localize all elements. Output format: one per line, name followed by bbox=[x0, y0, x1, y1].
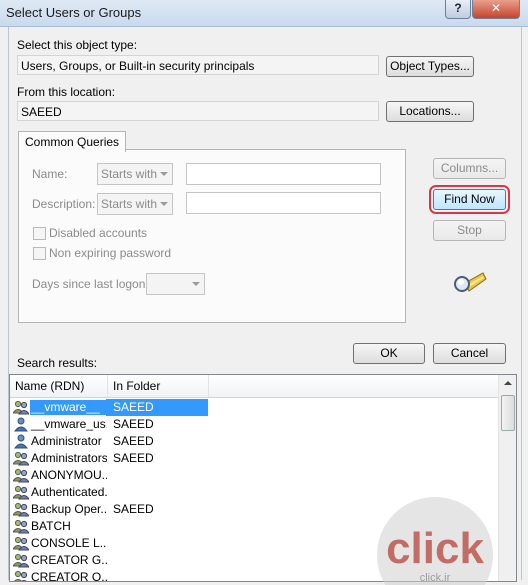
name-input[interactable] bbox=[186, 163, 381, 185]
group-icon bbox=[12, 451, 30, 466]
scrollbar-thumb[interactable] bbox=[501, 395, 515, 431]
locations-button[interactable]: Locations... bbox=[386, 101, 474, 122]
user-icon bbox=[13, 417, 29, 432]
days-since-logon-select[interactable] bbox=[146, 273, 205, 295]
result-name: BATCH bbox=[31, 519, 71, 533]
columns-button[interactable]: Columns... bbox=[433, 158, 506, 179]
group-icon bbox=[12, 400, 30, 415]
group-icon bbox=[12, 502, 30, 517]
group-icon bbox=[12, 519, 30, 534]
list-item[interactable]: Backup Oper... SAEED bbox=[10, 501, 500, 518]
vertical-scrollbar[interactable] bbox=[498, 375, 516, 581]
list-item[interactable]: CREATOR O... bbox=[10, 569, 500, 582]
list-item[interactable]: __vmware_us... SAEED bbox=[10, 416, 500, 433]
stop-button[interactable]: Stop bbox=[433, 220, 506, 241]
list-item[interactable]: Administrators SAEED bbox=[10, 450, 500, 467]
search-results-list[interactable]: Name (RDN) In Folder __vmware__ SAEED __vm… bbox=[9, 374, 517, 582]
disabled-accounts-checkbox[interactable] bbox=[33, 227, 46, 240]
description-label: Description: bbox=[32, 197, 96, 211]
result-name: __vmware__ bbox=[30, 400, 106, 415]
search-flashlight-icon bbox=[454, 272, 487, 292]
column-header-folder[interactable]: In Folder bbox=[108, 375, 209, 397]
non-expiring-password-checkbox[interactable] bbox=[33, 247, 46, 260]
title-bar[interactable]: Select Users or Groups ? ✕ bbox=[0, 0, 528, 27]
group-icon bbox=[12, 553, 30, 568]
result-name: CONSOLE L... bbox=[31, 536, 107, 550]
list-item[interactable]: CONSOLE L... bbox=[10, 535, 500, 552]
result-name: ANONYMOU... bbox=[31, 468, 107, 482]
list-item[interactable]: CREATOR G... bbox=[10, 552, 500, 569]
group-icon bbox=[12, 468, 30, 483]
search-results-label: Search results: bbox=[17, 356, 98, 370]
group-icon bbox=[12, 485, 30, 500]
description-mode-select[interactable]: Starts with bbox=[97, 193, 173, 215]
list-item[interactable]: ANONYMOU... bbox=[10, 467, 500, 484]
result-folder: SAEED bbox=[113, 400, 154, 414]
help-button[interactable]: ? bbox=[445, 0, 471, 19]
object-type-field: Users, Groups, or Built-in security prin… bbox=[17, 55, 379, 75]
list-item[interactable]: Administrator SAEED bbox=[10, 433, 500, 450]
result-folder: SAEED bbox=[113, 417, 154, 431]
location-label: From this location: bbox=[17, 85, 116, 99]
result-name: Administrator bbox=[31, 434, 102, 448]
group-icon bbox=[13, 570, 29, 581]
window-title: Select Users or Groups bbox=[6, 5, 142, 20]
results-header: Name (RDN) In Folder bbox=[10, 375, 500, 398]
list-item[interactable]: BATCH bbox=[10, 518, 500, 535]
column-header-name[interactable]: Name (RDN) bbox=[10, 375, 108, 397]
result-folder: SAEED bbox=[113, 451, 154, 465]
disabled-accounts-label: Disabled accounts bbox=[49, 226, 148, 240]
object-types-button[interactable]: Object Types... bbox=[386, 56, 474, 77]
days-since-logon-label: Days since last logon: bbox=[32, 277, 149, 291]
result-folder: SAEED bbox=[113, 434, 154, 448]
result-name: Authenticated... bbox=[31, 485, 107, 499]
list-item[interactable]: __vmware__ SAEED bbox=[10, 399, 500, 416]
description-input[interactable] bbox=[186, 192, 381, 214]
cancel-button[interactable]: Cancel bbox=[433, 343, 506, 364]
result-name: Backup Oper... bbox=[31, 502, 107, 516]
name-label: Name: bbox=[32, 167, 68, 181]
ok-button[interactable]: OK bbox=[353, 343, 425, 364]
close-button[interactable]: ✕ bbox=[472, 0, 520, 19]
chevron-down-icon bbox=[192, 282, 200, 286]
result-name: __vmware_us... bbox=[31, 417, 107, 431]
name-mode-value: Starts with bbox=[101, 167, 158, 181]
user-icon bbox=[13, 434, 29, 449]
result-name: CREATOR G... bbox=[31, 553, 107, 567]
find-now-button[interactable]: Find Now bbox=[429, 185, 510, 214]
list-item[interactable]: Authenticated... bbox=[10, 484, 500, 501]
chevron-down-icon bbox=[160, 172, 168, 176]
description-mode-value: Starts with bbox=[101, 197, 158, 211]
dialog-client-area: Select this object type: Users, Groups, … bbox=[8, 27, 522, 582]
result-name: Administrators bbox=[31, 451, 107, 465]
location-field: SAEED bbox=[17, 101, 379, 121]
group-icon bbox=[12, 536, 30, 551]
tab-common-queries[interactable]: Common Queries bbox=[18, 131, 127, 152]
scroll-up-arrow-icon[interactable] bbox=[504, 381, 512, 385]
result-name: CREATOR O... bbox=[31, 570, 107, 582]
name-mode-select[interactable]: Starts with bbox=[97, 163, 173, 185]
result-folder: SAEED bbox=[113, 502, 154, 516]
chevron-down-icon bbox=[160, 202, 168, 206]
non-expiring-password-label: Non expiring password bbox=[49, 246, 172, 260]
object-type-label: Select this object type: bbox=[17, 38, 138, 52]
